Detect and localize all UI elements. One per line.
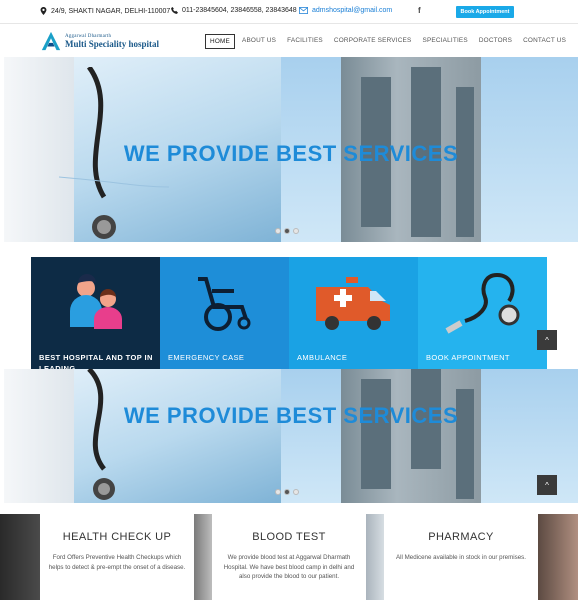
nav-doctors[interactable]: DOCTORS — [475, 34, 516, 49]
address-item: 24/9, SHAKTI NAGAR, DELHI-110007 — [40, 7, 170, 15]
slider-dot-active[interactable] — [284, 228, 290, 234]
stethoscope-icon — [445, 273, 519, 334]
service-description: Ford Offers Preventive Health Checkups w… — [48, 554, 186, 571]
facebook-icon[interactable]: f — [418, 6, 421, 15]
feature-ambulance[interactable]: AMBULANCE — [289, 257, 418, 369]
service-card-blood-test[interactable]: BLOOD TEST We provide blood test at Agga… — [212, 514, 366, 600]
phone-icon — [171, 7, 178, 14]
phone-text: 011-23845604, 23846558, 23843648 — [182, 7, 297, 14]
service-title: HEALTH CHECK UP — [62, 531, 172, 543]
phone-item[interactable]: 011-23845604, 23846558, 23843648 — [171, 7, 297, 14]
nav-facilities[interactable]: FACILITIES — [283, 34, 327, 49]
slider-dot[interactable] — [275, 228, 281, 234]
location-icon — [40, 7, 47, 15]
scroll-top-button[interactable]: ^ — [537, 475, 557, 495]
ambulance-icon — [315, 277, 390, 330]
hero-building-image — [281, 369, 578, 503]
book-appointment-button[interactable]: Book Appointment — [456, 6, 514, 18]
feature-best-hospital[interactable]: BEST HOSPITAL AND TOP IN LEADING — [31, 257, 160, 373]
hero-slider-repeat[interactable]: WE PROVIDE BEST SERVICES — [4, 369, 578, 503]
mail-icon — [299, 7, 308, 14]
slider-dot[interactable] — [293, 228, 299, 234]
service-card-pharmacy[interactable]: PHARMACY All Medicene available in stock… — [384, 514, 538, 600]
nav-home[interactable]: HOME — [205, 34, 235, 49]
feature-label: BOOK APPOINTMENT — [426, 353, 510, 362]
nav-about-us[interactable]: ABOUT US — [238, 34, 280, 49]
scroll-top-button[interactable]: ^ — [537, 330, 557, 350]
services-section: HEALTH CHECK UP Ford Offers Preventive H… — [0, 514, 578, 600]
nav-contact-us[interactable]: CONTACT US — [519, 34, 570, 49]
hero-title: WE PROVIDE BEST SERVICES — [123, 141, 459, 166]
service-description: We provide blood test at Aggarwal Dharma… — [223, 554, 355, 580]
address-text: 24/9, SHAKTI NAGAR, DELHI-110007 — [51, 7, 171, 15]
service-card-health-checkup[interactable]: HEALTH CHECK UP Ford Offers Preventive H… — [40, 514, 194, 600]
top-contact-bar: 24/9, SHAKTI NAGAR, DELHI-110007 011-238… — [0, 0, 578, 24]
hero-title: WE PROVIDE BEST SERVICES — [123, 403, 459, 428]
doctors-icon — [69, 274, 122, 329]
main-navbar: Aggarwal Dharmarth Multi Speciality hosp… — [0, 24, 578, 58]
hero-slider[interactable]: WE PROVIDE BEST SERVICES — [4, 57, 578, 242]
main-menu: HOME ABOUT US FACILITIES CORPORATE SERVI… — [205, 34, 573, 49]
nav-corporate-services[interactable]: CORPORATE SERVICES — [330, 34, 416, 49]
email-item[interactable]: admshospital@gmail.com — [299, 7, 392, 14]
logo-mark-icon — [41, 31, 61, 51]
hero-doctor-image — [4, 369, 281, 503]
slider-dot[interactable] — [293, 489, 299, 495]
nav-specialities[interactable]: SPECIALITIES — [418, 34, 471, 49]
logo-title: Multi Speciality hospital — [65, 38, 160, 49]
feature-label: EMERGENCY CASE — [168, 353, 245, 362]
service-title: PHARMACY — [428, 531, 494, 543]
feature-book-appointment[interactable]: BOOK APPOINTMENT — [418, 257, 547, 369]
slider-dots — [275, 228, 299, 234]
stethoscope-illustration — [87, 369, 115, 500]
slider-dot-active[interactable] — [284, 489, 290, 495]
service-title: BLOOD TEST — [252, 531, 326, 543]
slider-dots — [275, 489, 299, 495]
service-description: All Medicene available in stock in our p… — [396, 554, 526, 561]
email-link[interactable]: admshospital@gmail.com — [312, 7, 392, 14]
slider-dot[interactable] — [275, 489, 281, 495]
feature-label: AMBULANCE — [297, 353, 348, 362]
feature-emergency-case[interactable]: EMERGENCY CASE — [160, 257, 289, 369]
wheelchair-icon — [197, 277, 250, 331]
feature-boxes: BEST HOSPITAL AND TOP IN LEADING EMERGEN… — [31, 257, 547, 373]
hospital-logo[interactable]: Aggarwal Dharmarth Multi Speciality hosp… — [40, 30, 159, 52]
